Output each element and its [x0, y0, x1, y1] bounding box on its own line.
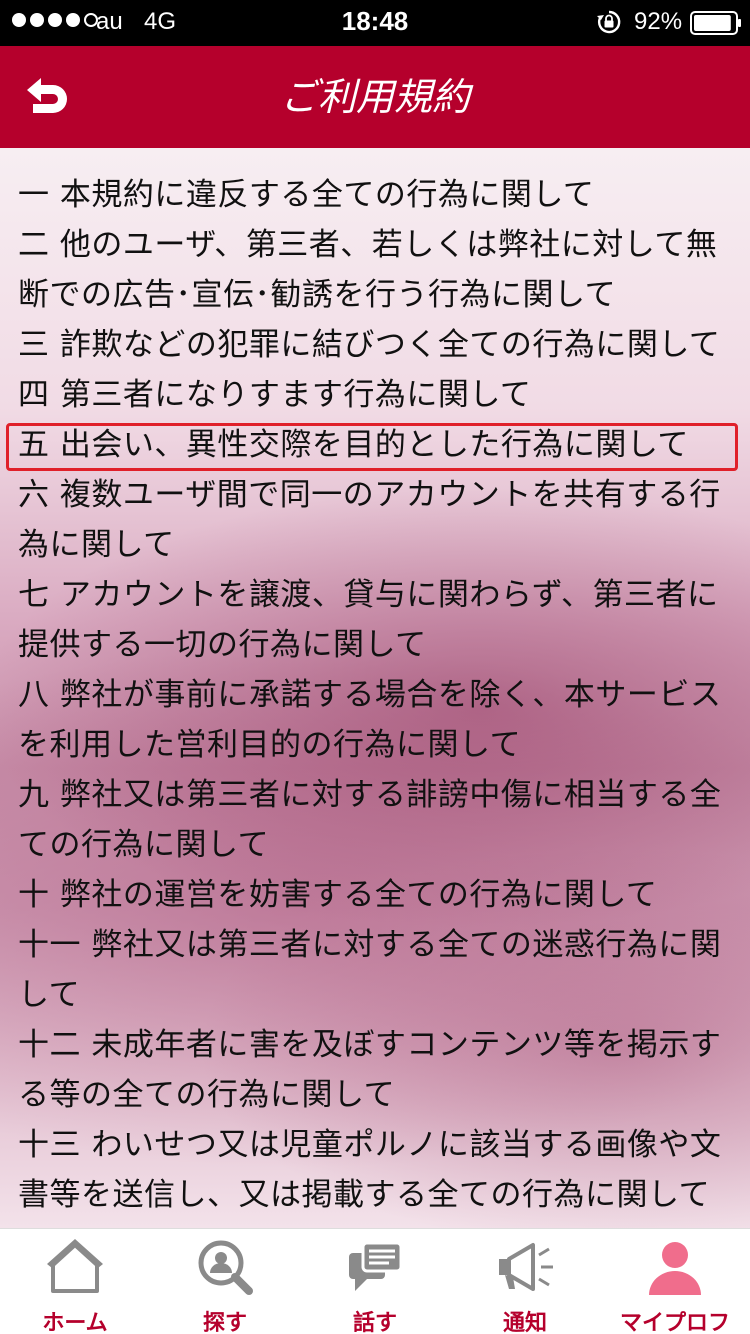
rotation-lock-icon: [597, 10, 621, 34]
term-item: 二 他のユーザ、第三者、若しくは弊社に対して無断での広告･宣伝･勧誘を行う行為に…: [18, 227, 718, 313]
term-item: 七 アカウントを譲渡、貸与に関わらず、第三者に提供する一切の行為に関して: [18, 577, 719, 663]
term-item: 十一 弊社又は第三者に対する全ての迷惑行為に関して: [18, 927, 722, 1013]
chat-icon: [349, 1241, 403, 1291]
terms-list: 一 本規約に違反する全ての行為に関して二 他のユーザ、第三者、若しくは弊社に対し…: [18, 170, 734, 1220]
page-title: ご利用規約: [279, 75, 470, 119]
tab-talk[interactable]: 話す: [300, 1229, 450, 1334]
tab-bar: ホーム 探す 話す 通知 マイプロフ: [0, 1228, 750, 1334]
tab-notice-label: 通知: [502, 1311, 547, 1334]
battery-icon: [690, 11, 741, 35]
term-item: 三 詐欺などの犯罪に結びつく全ての行為に関して: [18, 327, 721, 363]
battery-percentage: 92%: [634, 8, 683, 35]
tab-my-profile[interactable]: マイプロフ: [600, 1229, 750, 1334]
tab-my-profile-label: マイプロフ: [619, 1311, 730, 1334]
tab-home-label: ホーム: [42, 1311, 108, 1334]
terms-screen: au 4G 18:48 92% ご利用規約 一 本規約に違反する全ての行為に関し…: [0, 0, 750, 1334]
term-item: 十 弊社の運営を妨害する全ての行為に関して: [18, 877, 658, 913]
search-person-icon: [198, 1240, 253, 1295]
term-item: 四 第三者になりすます行為に関して: [18, 377, 532, 413]
term-item: 五 出会い、異性交際を目的とした行為に関して: [18, 427, 689, 463]
header-bar: ご利用規約: [0, 46, 750, 148]
tab-talk-label: 話す: [352, 1311, 397, 1334]
term-item: 十三 わいせつ又は児童ポルノに該当する画像や文書等を送信し、又は掲載する全ての行…: [18, 1127, 722, 1213]
tab-search[interactable]: 探す: [150, 1229, 300, 1334]
term-item: 八 弊社が事前に承諾する場合を除く、本サービスを利用した営利目的の行為に関して: [18, 677, 722, 763]
home-icon: [47, 1239, 103, 1293]
tab-search-label: 探す: [202, 1311, 247, 1334]
term-item: 十二 未成年者に害を及ぼすコンテンツ等を掲示する等の全ての行為に関して: [18, 1027, 722, 1113]
status-bar: au 4G 18:48 92%: [0, 0, 750, 46]
megaphone-icon: [499, 1243, 553, 1291]
tab-home[interactable]: ホーム: [0, 1229, 150, 1334]
term-item: 九 弊社又は第三者に対する誹謗中傷に相当する全ての行為に関して: [18, 777, 722, 863]
terms-content[interactable]: 一 本規約に違反する全ての行為に関して二 他のユーザ、第三者、若しくは弊社に対し…: [0, 148, 750, 1228]
term-item: 一 本規約に違反する全ての行為に関して: [18, 177, 595, 213]
profile-icon: [649, 1242, 701, 1295]
tab-notice[interactable]: 通知: [450, 1229, 600, 1334]
term-item: 六 複数ユーザ間で同一のアカウントを共有する行為に関して: [18, 477, 721, 563]
